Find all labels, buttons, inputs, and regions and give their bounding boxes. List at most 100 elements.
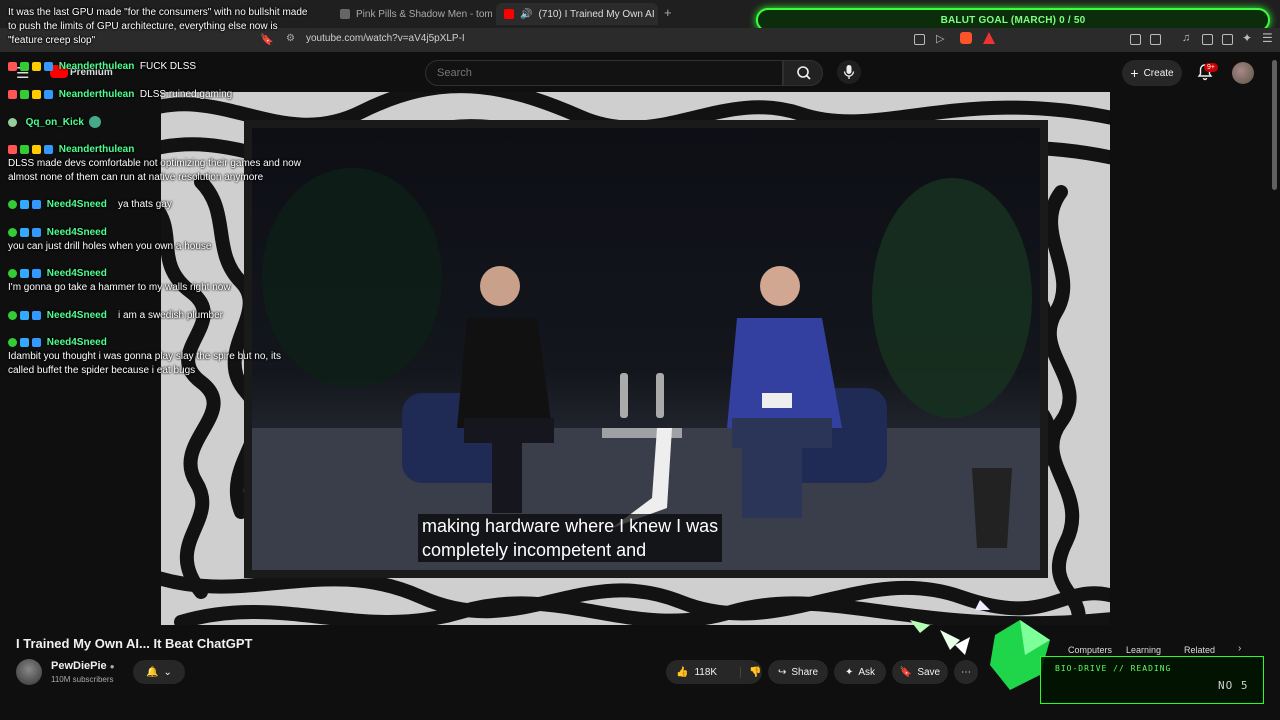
caption-line-1: making hardware where I knew I was — [422, 516, 719, 536]
browser-tab-2[interactable]: 🔊 (710) I Trained My Own AI ✕ — [496, 3, 658, 25]
brave-shield-icon[interactable] — [960, 32, 972, 44]
video-player[interactable] — [252, 128, 1040, 570]
thumbs-up-icon: 👍 — [676, 666, 689, 678]
subscribed-button[interactable]: 🔔 ⌄ — [133, 660, 185, 684]
chat-message: Neanderthulean FUCK DLSS — [8, 60, 196, 74]
chat-message: Need4Sneed Idambit you thought i was gonn… — [8, 336, 308, 378]
sword-icon — [44, 89, 53, 99]
notification-count-badge: 9+ — [1204, 63, 1218, 72]
speaker-icon: 🔊 — [520, 8, 533, 20]
voice-search-button[interactable] — [837, 60, 861, 84]
chip-computers[interactable]: Computers — [1068, 645, 1112, 655]
share-icon: ↪ — [777, 666, 787, 678]
sword-icon — [32, 310, 41, 320]
sword-icon — [32, 199, 41, 209]
chat-username[interactable]: Need4Sneed — [47, 268, 107, 279]
cast-icon[interactable] — [914, 34, 925, 45]
channel-name[interactable]: PewDiePie ● — [51, 660, 115, 672]
chevron-down-icon: ⌄ — [163, 666, 172, 678]
url-field[interactable]: youtube.com/watch?v=aV4j5pXLP-I — [306, 33, 465, 44]
chat-badge-icon — [8, 199, 17, 209]
chat-username[interactable]: Neanderthulean — [59, 144, 135, 155]
crystal-overlay-graphic — [910, 600, 1050, 690]
chat-badge-icon — [8, 61, 17, 71]
like-button[interactable]: 👍 118K — [676, 667, 717, 678]
chat-badge-icon — [20, 61, 29, 71]
chat-message: Qq_on_Kick — [8, 116, 104, 130]
like-count: 118K — [694, 666, 718, 678]
chat-badge-icon — [20, 337, 29, 347]
chat-username[interactable]: Need4Sneed — [47, 337, 107, 348]
like-dislike-group: 👍 118K 👎 — [666, 660, 762, 684]
closed-caption: making hardware where I knew I was compl… — [418, 514, 723, 562]
search-button[interactable] — [783, 60, 823, 86]
chat-text: DLSS ruined gaming — [139, 89, 233, 100]
search-icon — [797, 66, 811, 80]
chevron-right-icon[interactable]: › — [1238, 643, 1241, 654]
sidebar-icon[interactable] — [1202, 34, 1213, 45]
bell-icon: 🔔 — [146, 666, 159, 678]
tab-2-label: (710) I Trained My Own AI — [538, 8, 655, 20]
sword-icon — [44, 61, 53, 71]
chat-username[interactable]: Qq_on_Kick — [26, 117, 84, 128]
ask-label: Ask — [858, 666, 876, 678]
chat-emote-icon — [89, 116, 102, 129]
chat-message: Need4Sneed I'm gonna go take a hammer to … — [8, 267, 308, 295]
media-icon[interactable] — [1150, 34, 1161, 45]
sword-icon — [44, 144, 53, 154]
chip-learning[interactable]: Learning — [1126, 645, 1161, 655]
chat-username[interactable]: Neanderthulean — [59, 61, 135, 72]
youtube-favicon-icon — [504, 9, 514, 19]
channel-avatar[interactable] — [16, 659, 42, 685]
chat-message: Neanderthulean DLSS ruined gaming — [8, 88, 232, 102]
tab-favicon-icon — [340, 9, 350, 19]
chat-badge-icon — [8, 337, 17, 347]
chat-text: I'm gonna go take a hammer to my walls r… — [8, 282, 231, 293]
chat-text: you can just drill holes when you own a … — [8, 241, 212, 252]
crown-icon — [32, 89, 41, 99]
sword-icon — [32, 268, 41, 278]
crown-icon — [32, 144, 41, 154]
plus-icon: + — [1130, 65, 1139, 81]
chat-text: ya thats gay — [117, 199, 172, 210]
play-icon[interactable]: ▷ — [936, 32, 944, 45]
new-tab-button[interactable]: + — [664, 5, 672, 20]
hud-title: BIO-DRIVE // READING — [1055, 664, 1172, 673]
subscriber-count: 110M subscribers — [51, 675, 114, 684]
sparkle-icon: ✦ — [844, 666, 854, 678]
share-label: Share — [791, 666, 819, 678]
browser-tab-1[interactable]: Pink Pills & Shadow Men - tom m — [332, 3, 492, 25]
chip-related[interactable]: Related — [1184, 645, 1215, 655]
page-scrollbar[interactable] — [1272, 60, 1277, 190]
caption-line-2: completely incompetent and — [422, 540, 647, 560]
chat-message: Neanderthulean DLSS made devs comfortable… — [8, 143, 308, 185]
chat-message: Need4Sneed ya thats gay — [8, 198, 172, 212]
search-input[interactable]: Search — [425, 60, 783, 86]
chat-username[interactable]: Need4Sneed — [47, 199, 107, 210]
share-button[interactable]: ↪ Share — [768, 660, 828, 684]
video-frame-image — [252, 168, 1040, 570]
extensions-icon[interactable] — [1130, 34, 1141, 45]
chat-badge-icon — [20, 268, 29, 278]
crown-icon — [32, 61, 41, 71]
chat-message: Need4Sneed i am a swedish plumber — [8, 309, 223, 323]
chat-username[interactable]: Neanderthulean — [59, 89, 135, 100]
create-label: Create — [1143, 67, 1174, 79]
chat-badge-icon — [8, 227, 17, 237]
music-icon[interactable]: ♫ — [1182, 32, 1190, 44]
ask-button[interactable]: ✦ Ask — [834, 660, 886, 684]
menu-icon[interactable]: ☰ — [1262, 31, 1273, 45]
leo-ai-icon[interactable]: ✦ — [1242, 31, 1252, 45]
sword-icon — [32, 337, 41, 347]
chat-pinned-message: It was the last GPU made "for the consum… — [8, 7, 308, 46]
chat-username[interactable]: Need4Sneed — [47, 310, 107, 321]
wallet-icon[interactable] — [1222, 34, 1233, 45]
chat-badge-icon — [20, 89, 29, 99]
chat-username[interactable]: Need4Sneed — [47, 227, 107, 238]
chat-badge-icon — [8, 89, 17, 99]
verified-icon: ● — [109, 662, 115, 671]
create-button[interactable]: + Create — [1122, 60, 1182, 86]
thumbs-down-icon: 👎 — [749, 666, 762, 678]
account-avatar[interactable] — [1232, 62, 1254, 84]
dislike-button[interactable]: 👎 — [740, 666, 762, 678]
